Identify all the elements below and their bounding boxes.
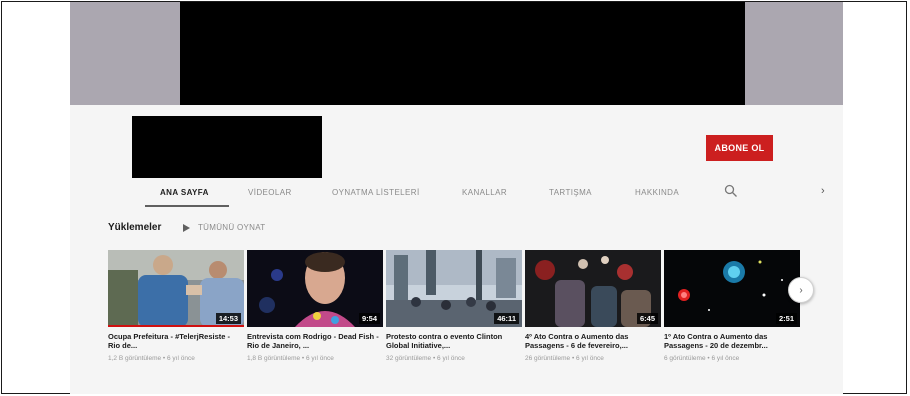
carousel-next-button[interactable]: › [788, 277, 814, 303]
video-meta: 32 görüntüleme • 6 yıl önce [386, 355, 465, 362]
channel-header-redacted [132, 116, 322, 178]
video-duration: 2:51 [775, 313, 797, 324]
active-tab-indicator [145, 205, 229, 207]
channel-tabs: ANA SAYFA VİDEOLAR OYNATMA LİSTELERİ KAN… [70, 179, 843, 209]
video-card[interactable]: 46:11 Protesto contra o evento Clinton G… [386, 250, 522, 362]
video-card[interactable]: 9:54 Entrevista com Rodrigo - Dead Fish … [247, 250, 383, 362]
tab-channels[interactable]: KANALLAR [462, 188, 507, 197]
video-thumbnail[interactable]: 6:45 [525, 250, 661, 327]
search-icon[interactable] [724, 184, 738, 198]
video-title[interactable]: Entrevista com Rodrigo - Dead Fish - Rio… [247, 332, 383, 350]
video-card[interactable]: 6:45 4º Ato Contra o Aumento das Passage… [525, 250, 661, 362]
video-duration: 46:11 [494, 313, 519, 324]
chevron-right-icon[interactable]: › [821, 185, 825, 197]
play-icon[interactable] [183, 224, 190, 232]
video-card[interactable]: 14:53 Ocupa Prefeitura - #TelerjResiste … [108, 250, 244, 362]
play-all-link[interactable]: TÜMÜNÜ OYNAT [198, 223, 265, 232]
channel-page: ABONE OL ANA SAYFA VİDEOLAR OYNATMA LİST… [70, 2, 843, 394]
video-duration: 9:54 [358, 313, 380, 324]
video-duration: 6:45 [636, 313, 658, 324]
watch-progress-bar [108, 325, 244, 327]
video-duration: 14:53 [215, 313, 241, 324]
tab-videos[interactable]: VİDEOLAR [248, 188, 292, 197]
video-meta: 1,2 B görüntüleme • 6 yıl önce [108, 355, 195, 362]
uploads-title: Yüklemeler [108, 222, 162, 233]
subscribe-button[interactable]: ABONE OL [706, 135, 773, 161]
video-card[interactable]: 2:51 1º Ato Contra o Aumento das Passage… [664, 250, 800, 362]
video-title[interactable]: 1º Ato Contra o Aumento das Passagens - … [664, 332, 800, 350]
video-thumbnail[interactable]: 46:11 [386, 250, 522, 327]
tab-about[interactable]: HAKKINDA [635, 188, 679, 197]
video-thumbnail[interactable]: 9:54 [247, 250, 383, 327]
video-title[interactable]: 4º Ato Contra o Aumento das Passagens - … [525, 332, 661, 350]
video-thumbnail[interactable]: 14:53 [108, 250, 244, 327]
tab-home[interactable]: ANA SAYFA [160, 188, 209, 197]
video-title[interactable]: Ocupa Prefeitura - #TelerjResiste - Rio … [108, 332, 244, 350]
banner-redacted [180, 2, 745, 105]
tab-discussion[interactable]: TARTIŞMA [549, 188, 592, 197]
video-thumbnail[interactable]: 2:51 [664, 250, 800, 327]
video-meta: 1,8 B görüntüleme • 6 yıl önce [247, 355, 334, 362]
chevron-right-icon: › [799, 284, 803, 296]
video-title[interactable]: Protesto contra o evento Clinton Global … [386, 332, 522, 350]
tab-playlists[interactable]: OYNATMA LİSTELERİ [332, 188, 420, 197]
video-meta: 6 görüntüleme • 6 yıl önce [664, 355, 740, 362]
video-meta: 26 görüntüleme • 6 yıl önce [525, 355, 604, 362]
channel-banner [70, 2, 843, 105]
